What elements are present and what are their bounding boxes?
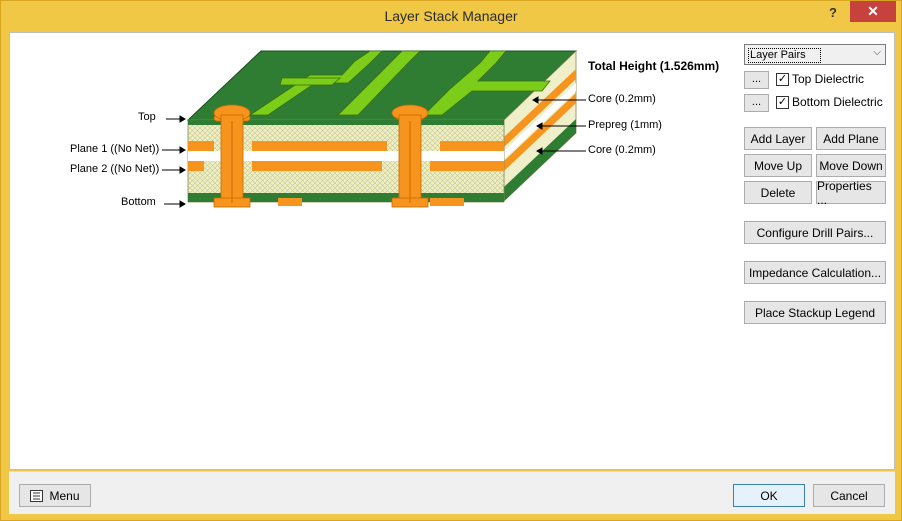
top-trace-pad [279, 77, 342, 86]
bottom-dielectric-label: Bottom Dielectric [792, 95, 883, 109]
label-plane-1: Plane 1 ((No Net)) [70, 143, 160, 155]
total-height: Total Height (1.526mm) [588, 59, 720, 73]
plane1-left [188, 141, 214, 151]
bottom-dielectric-checkbox[interactable]: ✓ [776, 96, 789, 109]
bottom-pad-2 [430, 198, 464, 206]
plane2-left [188, 161, 204, 171]
chevron-down-icon: ⌵ [873, 47, 881, 58]
window-title: Layer Stack Manager [384, 8, 518, 24]
ok-button[interactable]: OK [733, 484, 805, 507]
label-top: Top [138, 111, 156, 123]
label-plane-2: Plane 2 ((No Net)) [70, 163, 160, 175]
check-icon: ✓ [777, 73, 788, 85]
label-prepreg: Prepreg (1mm) [588, 119, 662, 131]
label-core-bottom: Core (0.2mm) [588, 144, 656, 156]
cancel-button[interactable]: Cancel [813, 484, 885, 507]
top-dielectric-settings-button[interactable]: ... [744, 71, 769, 89]
impedance-calculation-button[interactable]: Impedance Calculation... [744, 261, 886, 284]
label-bottom: Bottom [121, 196, 156, 208]
move-up-button[interactable]: Move Up [744, 154, 812, 177]
plane2-right [430, 161, 504, 171]
bottom-dielectric-settings-button[interactable]: ... [744, 94, 769, 112]
plane1-right [440, 141, 504, 151]
menu-label: Menu [49, 488, 80, 503]
left-arrows [162, 115, 186, 208]
label-core-top: Core (0.2mm) [588, 93, 656, 105]
properties-button[interactable]: Properties ... [816, 179, 886, 207]
configure-drill-pairs-button[interactable]: Configure Drill Pairs... [744, 221, 886, 244]
plane2-mid [252, 161, 382, 171]
add-layer-button[interactable]: Add Layer [744, 127, 812, 150]
menu-button[interactable]: Menu [19, 484, 91, 507]
layer-pairs-value: Layer Pairs [748, 48, 821, 63]
check-icon: ✓ [777, 96, 788, 108]
main-panel: Top Plane 1 ((No Net)) Plane 2 ((No Net)… [9, 32, 895, 470]
bottom-pad-1 [278, 198, 302, 206]
move-down-button[interactable]: Move Down [816, 154, 886, 177]
place-stackup-legend-button[interactable]: Place Stackup Legend [744, 301, 886, 324]
delete-button[interactable]: Delete [744, 181, 812, 204]
dialog-window: Layer Stack Manager ? ✕ Top Plane 1 ((No… [0, 0, 902, 521]
top-dielectric-label: Top Dielectric [792, 72, 865, 86]
menu-icon [30, 489, 44, 502]
plane1-mid [252, 141, 387, 151]
add-plane-button[interactable]: Add Plane [816, 127, 886, 150]
layer-pairs-select[interactable]: Layer Pairs ⌵ [744, 44, 886, 65]
top-dielectric-checkbox[interactable]: ✓ [776, 73, 789, 86]
title-bar[interactable]: Layer Stack Manager ? ✕ [1, 1, 901, 31]
close-button[interactable]: ✕ [850, 1, 896, 22]
help-button[interactable]: ? [821, 3, 845, 25]
footer-bar: Menu OK Cancel [9, 471, 895, 514]
